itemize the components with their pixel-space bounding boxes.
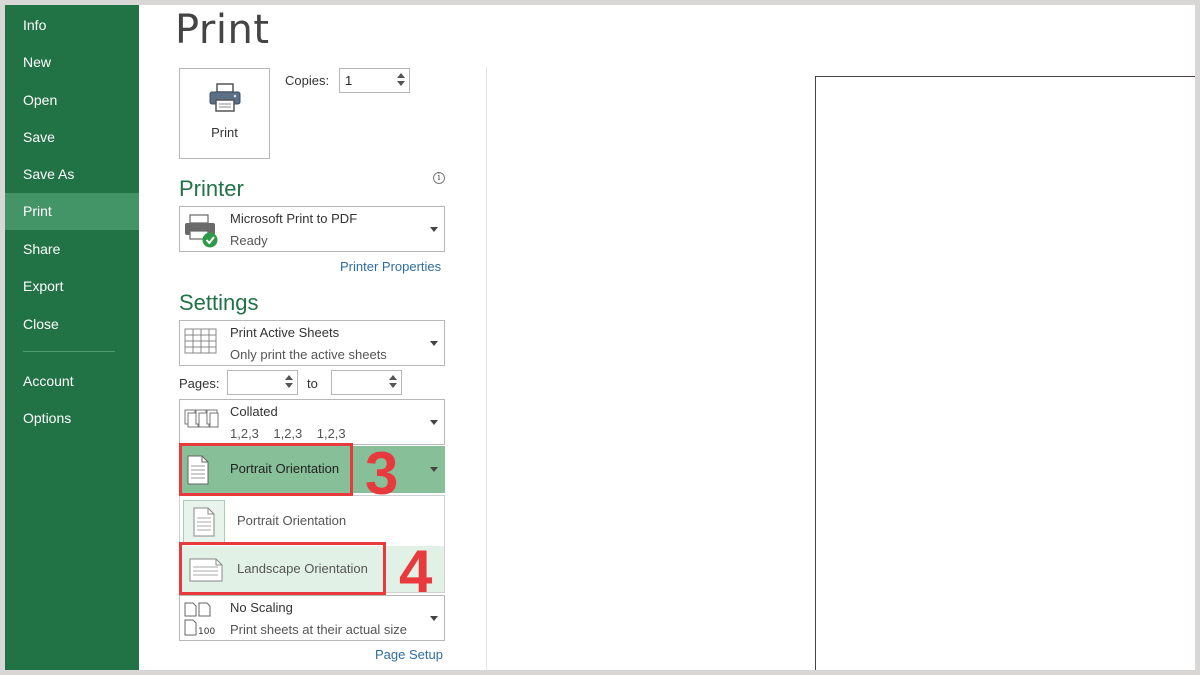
pages-from-up-icon[interactable]	[285, 375, 293, 380]
pages-to-input[interactable]	[331, 370, 402, 395]
print-what-subtitle: Only print the active sheets	[230, 347, 387, 362]
backstage-sidebar: Info New Open Save Save As Print Share E…	[5, 5, 139, 670]
pages-from-down-icon[interactable]	[285, 383, 293, 388]
printer-ready-icon	[185, 214, 218, 248]
pages-to-up-icon[interactable]	[389, 375, 397, 380]
chevron-down-icon	[430, 227, 438, 232]
chevron-down-icon	[430, 616, 438, 621]
collation-dropdown[interactable]: Collated 1,2,3 1,2,3 1,2,3	[179, 399, 445, 445]
pages-from-arrows[interactable]	[284, 372, 294, 394]
step3-number: 3	[365, 440, 399, 507]
chevron-down-icon	[430, 467, 438, 472]
nav-item-new[interactable]: New	[5, 44, 139, 81]
page-setup-link[interactable]: Page Setup	[375, 647, 443, 662]
step4-number: 4	[399, 538, 433, 605]
printer-dropdown[interactable]: Microsoft Print to PDF Ready	[179, 206, 445, 252]
portrait-page-icon	[193, 507, 215, 537]
nav-item-info[interactable]: Info	[5, 7, 139, 44]
print-what-title: Print Active Sheets	[230, 325, 340, 340]
printer-status: Ready	[230, 233, 268, 248]
nav-item-open[interactable]: Open	[5, 82, 139, 119]
copies-down-icon[interactable]	[397, 81, 405, 86]
printer-section-title: Printer	[179, 176, 244, 201]
scaling-icon-text: 100	[198, 627, 215, 637]
print-button[interactable]: Print	[179, 68, 270, 159]
pages-to-label: to	[307, 376, 318, 391]
copies-label: Copies:	[285, 73, 330, 88]
portrait-option-icon-box	[183, 500, 225, 544]
nav-item-save[interactable]: Save	[5, 119, 139, 156]
print-preview-page	[815, 76, 1195, 670]
printer-name: Microsoft Print to PDF	[230, 211, 358, 226]
print-button-label: Print	[211, 125, 238, 140]
step4-highlight-box	[179, 542, 386, 595]
page-title: Print	[175, 7, 270, 53]
copies-stepper[interactable]: 1	[339, 68, 410, 93]
nav-divider	[23, 351, 115, 352]
info-icon[interactable]: i	[433, 172, 445, 184]
nav-item-close[interactable]: Close	[5, 306, 139, 343]
collated-pages-icon	[184, 409, 219, 428]
print-what-dropdown[interactable]: Print Active Sheets Only print the activ…	[179, 320, 445, 366]
settings-section-title: Settings	[179, 290, 259, 315]
nav-item-options[interactable]: Options	[5, 400, 139, 437]
nav-item-print[interactable]: Print	[5, 193, 139, 230]
nav-item-account[interactable]: Account	[5, 363, 139, 400]
collation-subtitle: 1,2,3 1,2,3 1,2,3	[230, 426, 346, 441]
pages-label: Pages:	[179, 376, 220, 391]
nav-item-export[interactable]: Export	[5, 268, 139, 305]
nav-item-save-as[interactable]: Save As	[5, 156, 139, 193]
printer-icon	[209, 83, 241, 112]
scaling-100-icon: 100	[184, 602, 215, 637]
scaling-title: No Scaling	[230, 600, 293, 615]
backstage-window: Info New Open Save Save As Print Share E…	[5, 5, 1195, 670]
printer-properties-link[interactable]: Printer Properties	[340, 259, 441, 274]
chevron-down-icon	[430, 420, 438, 425]
copies-arrows[interactable]	[396, 70, 406, 92]
step3-highlight-box	[179, 443, 353, 496]
pages-to-down-icon[interactable]	[389, 383, 397, 388]
copies-value: 1	[345, 73, 353, 88]
panel-divider	[486, 67, 487, 670]
pages-to-arrows[interactable]	[388, 372, 398, 394]
pages-from-input[interactable]	[227, 370, 298, 395]
chevron-down-icon	[430, 341, 438, 346]
collation-title: Collated	[230, 404, 278, 419]
nav-item-share[interactable]: Share	[5, 231, 139, 268]
portrait-option-label: Portrait Orientation	[237, 513, 347, 528]
scaling-subtitle: Print sheets at their actual size	[230, 622, 408, 637]
copies-up-icon[interactable]	[397, 73, 405, 78]
sheet-grid-icon	[184, 328, 217, 354]
